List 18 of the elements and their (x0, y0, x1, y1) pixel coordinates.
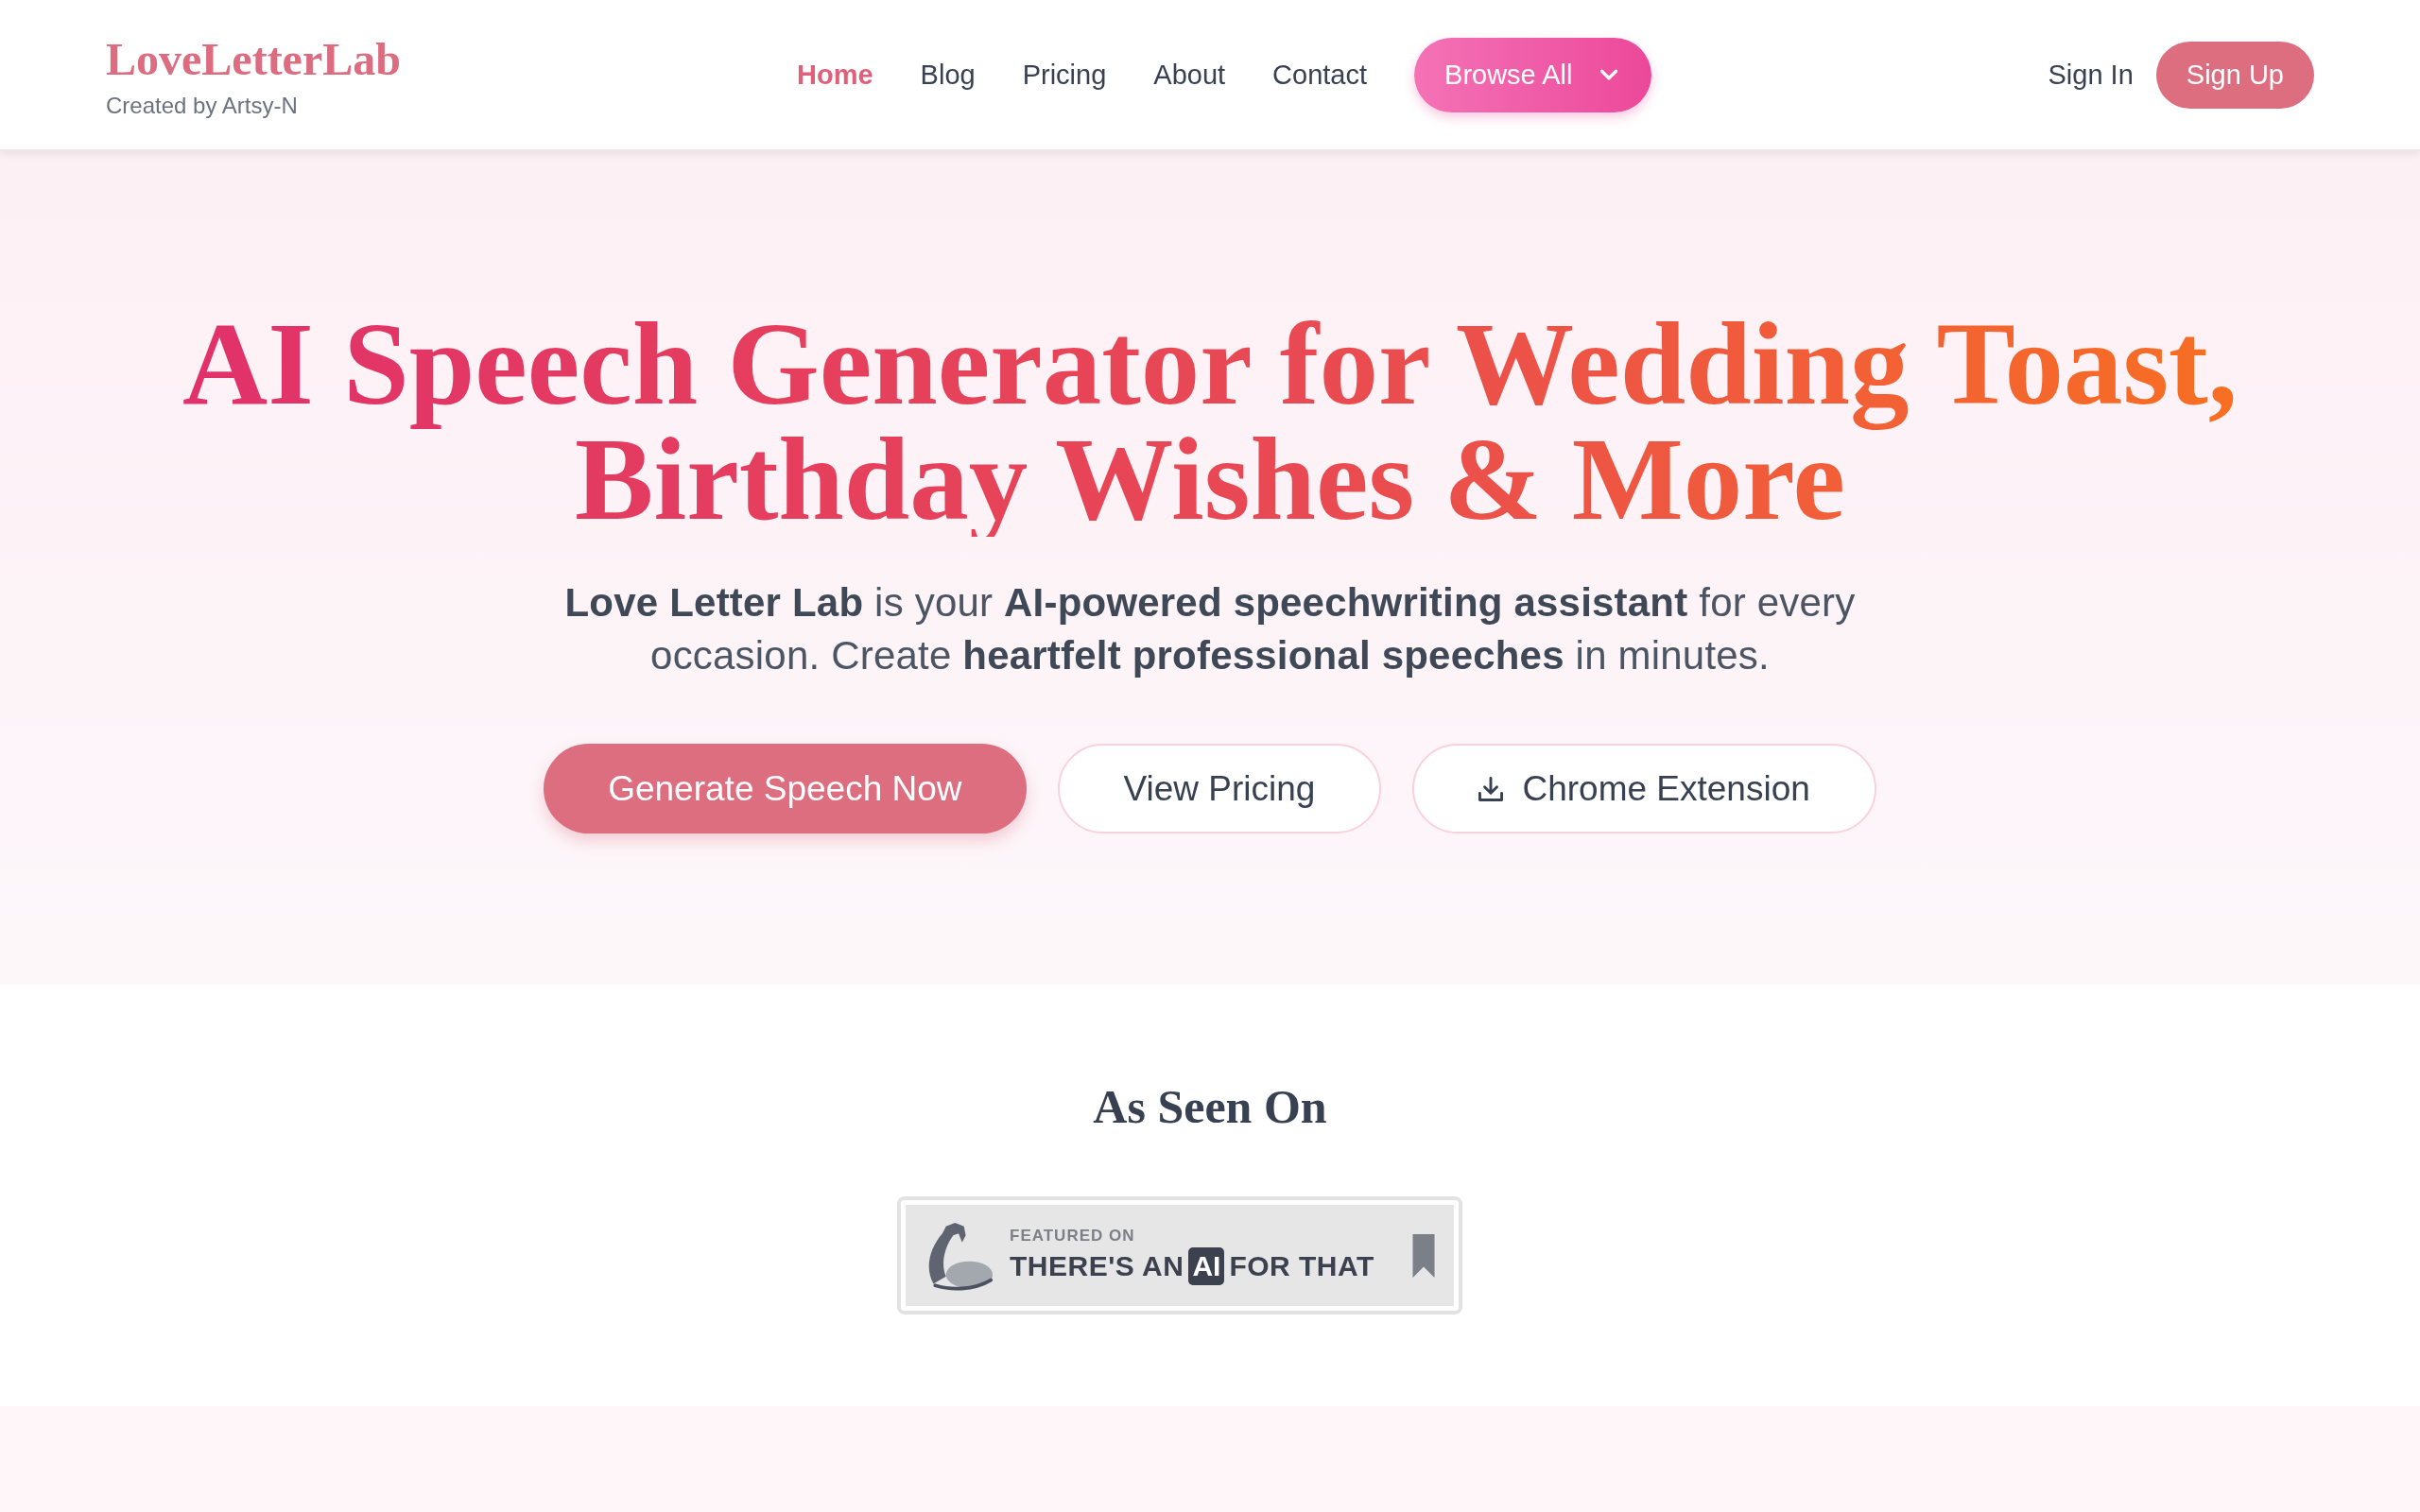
sign-in-link[interactable]: Sign In (2048, 59, 2134, 91)
section-heading: As Seen On (1093, 1079, 1327, 1135)
featured-on-label: FEATURED ON (1010, 1226, 1136, 1246)
badge-title-text: THERE'S AN (1010, 1248, 1184, 1283)
nav-link[interactable]: Blog (920, 58, 976, 92)
bookmark-icon (1412, 1233, 1435, 1278)
chrome-extension-button[interactable]: Chrome Extension (1412, 744, 1876, 833)
nav-link[interactable]: Contact (1272, 58, 1368, 92)
tagline-text: Created by Artsy-N (106, 92, 299, 120)
view-pricing-button[interactable]: View Pricing (1057, 744, 1382, 833)
featured-badge[interactable]: FEATURED ON THERE'S AN AI FOR THAT (897, 1196, 1462, 1314)
nav-link[interactable]: Pricing (1022, 58, 1107, 92)
badge-title-text: FOR THAT (1229, 1248, 1374, 1283)
chevron-down-icon (1600, 69, 1618, 80)
hero-intro: Love Letter Lab is your AI-powered speechwriting assistant for every occasion. Create heartfelt professional speeches in minutes. (563, 579, 1857, 679)
ai-tag: AI (1188, 1246, 1225, 1285)
nav-link[interactable]: About (1153, 58, 1226, 92)
download-icon (1478, 776, 1504, 801)
